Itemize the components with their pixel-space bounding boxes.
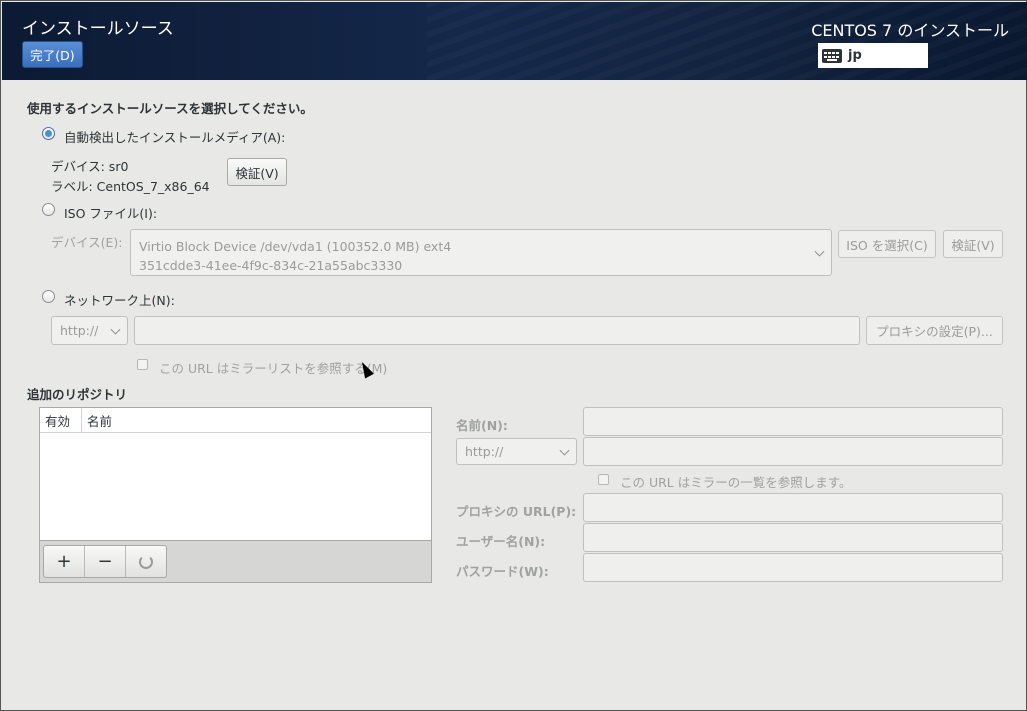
done-button[interactable]: 完了(D): [22, 41, 83, 68]
iso-device-combo[interactable]: Virtio Block Device /dev/vda1 (100352.0 …: [130, 229, 832, 276]
repos-heading: 追加のリポジトリ: [27, 387, 128, 402]
repo-toolbar: + −: [39, 541, 432, 583]
network-label[interactable]: ネットワーク上(N):: [64, 290, 175, 309]
keyboard-layout-indicator[interactable]: jp: [818, 43, 928, 68]
repo-protocol-value: http://: [465, 444, 504, 459]
chevron-down-icon: [110, 324, 121, 335]
auto-media-device: デバイス: sr0: [51, 159, 129, 174]
iso-file-label[interactable]: ISO ファイル(I):: [64, 203, 157, 222]
product-title: CENTOS 7 のインストール: [811, 21, 1009, 40]
mirror-list-checkbox[interactable]: [137, 359, 148, 370]
network-url-input[interactable]: [134, 316, 860, 345]
auto-media-volume-label: ラベル: CentOS_7_x86_64: [51, 179, 210, 194]
repo-mirror-checkbox[interactable]: [598, 474, 609, 485]
repo-mirror-label[interactable]: この URL はミラーの一覧を参照します。: [620, 472, 852, 491]
repo-name-label: 名前(N):: [456, 418, 508, 433]
column-enabled[interactable]: 有効: [40, 411, 70, 430]
header-bar: インストールソース 完了(D) CENTOS 7 のインストール: [2, 2, 1027, 80]
window-frame: インストールソース 完了(D) CENTOS 7 のインストール jp 使用する…: [0, 0, 1027, 711]
column-name[interactable]: 名前: [82, 411, 112, 430]
username-label: ユーザー名(N):: [456, 534, 546, 549]
auto-media-label[interactable]: 自動検出したインストールメディア(A):: [64, 127, 285, 146]
minus-icon: −: [97, 551, 113, 572]
iso-device-line1: Virtio Block Device /dev/vda1 (100352.0 …: [139, 239, 452, 254]
repo-url-input[interactable]: [583, 437, 1003, 466]
password-input[interactable]: [583, 553, 1003, 582]
refresh-icon: [139, 554, 153, 569]
choose-iso-button[interactable]: ISO を選択(C): [838, 230, 936, 258]
repo-table-header: 有効 名前: [40, 407, 431, 433]
mirror-list-label[interactable]: この URL はミラーリストを参照する(M): [159, 358, 387, 377]
proxy-url-label: プロキシの URL(P):: [456, 504, 577, 519]
spoke-title: インストールソース: [22, 19, 174, 39]
source-heading: 使用するインストールソースを選択してください。: [27, 101, 313, 116]
repo-table[interactable]: 有効 名前: [39, 407, 432, 541]
iso-file-radio[interactable]: [42, 203, 55, 216]
remove-repo-button[interactable]: −: [85, 546, 126, 577]
keyboard-icon: [822, 48, 842, 63]
add-repo-button[interactable]: +: [44, 546, 85, 577]
repo-protocol-combo[interactable]: http://: [456, 438, 577, 465]
keyboard-layout-label: jp: [848, 48, 862, 63]
network-radio[interactable]: [42, 290, 55, 303]
repo-name-input[interactable]: [583, 407, 1003, 436]
verify-media-button[interactable]: 検証(V): [227, 158, 287, 186]
verify-iso-button[interactable]: 検証(V): [943, 230, 1003, 258]
auto-media-radio[interactable]: [42, 127, 55, 140]
password-label: パスワード(W):: [456, 564, 549, 579]
plus-icon: +: [56, 551, 72, 572]
proxy-url-input[interactable]: [583, 493, 1003, 522]
reset-repo-button[interactable]: [126, 546, 166, 577]
network-protocol-combo[interactable]: http://: [51, 316, 128, 345]
repo-button-group: + −: [43, 545, 167, 578]
iso-device-line2: 351cdde3-41ee-4f9c-834c-21a55abc3330: [139, 258, 403, 273]
chevron-down-icon: [559, 445, 570, 456]
proxy-settings-button[interactable]: プロキシの設定(P)...: [866, 316, 1003, 345]
username-input[interactable]: [583, 523, 1003, 552]
network-protocol-value: http://: [60, 323, 99, 338]
iso-device-label: デバイス(E):: [51, 235, 123, 250]
